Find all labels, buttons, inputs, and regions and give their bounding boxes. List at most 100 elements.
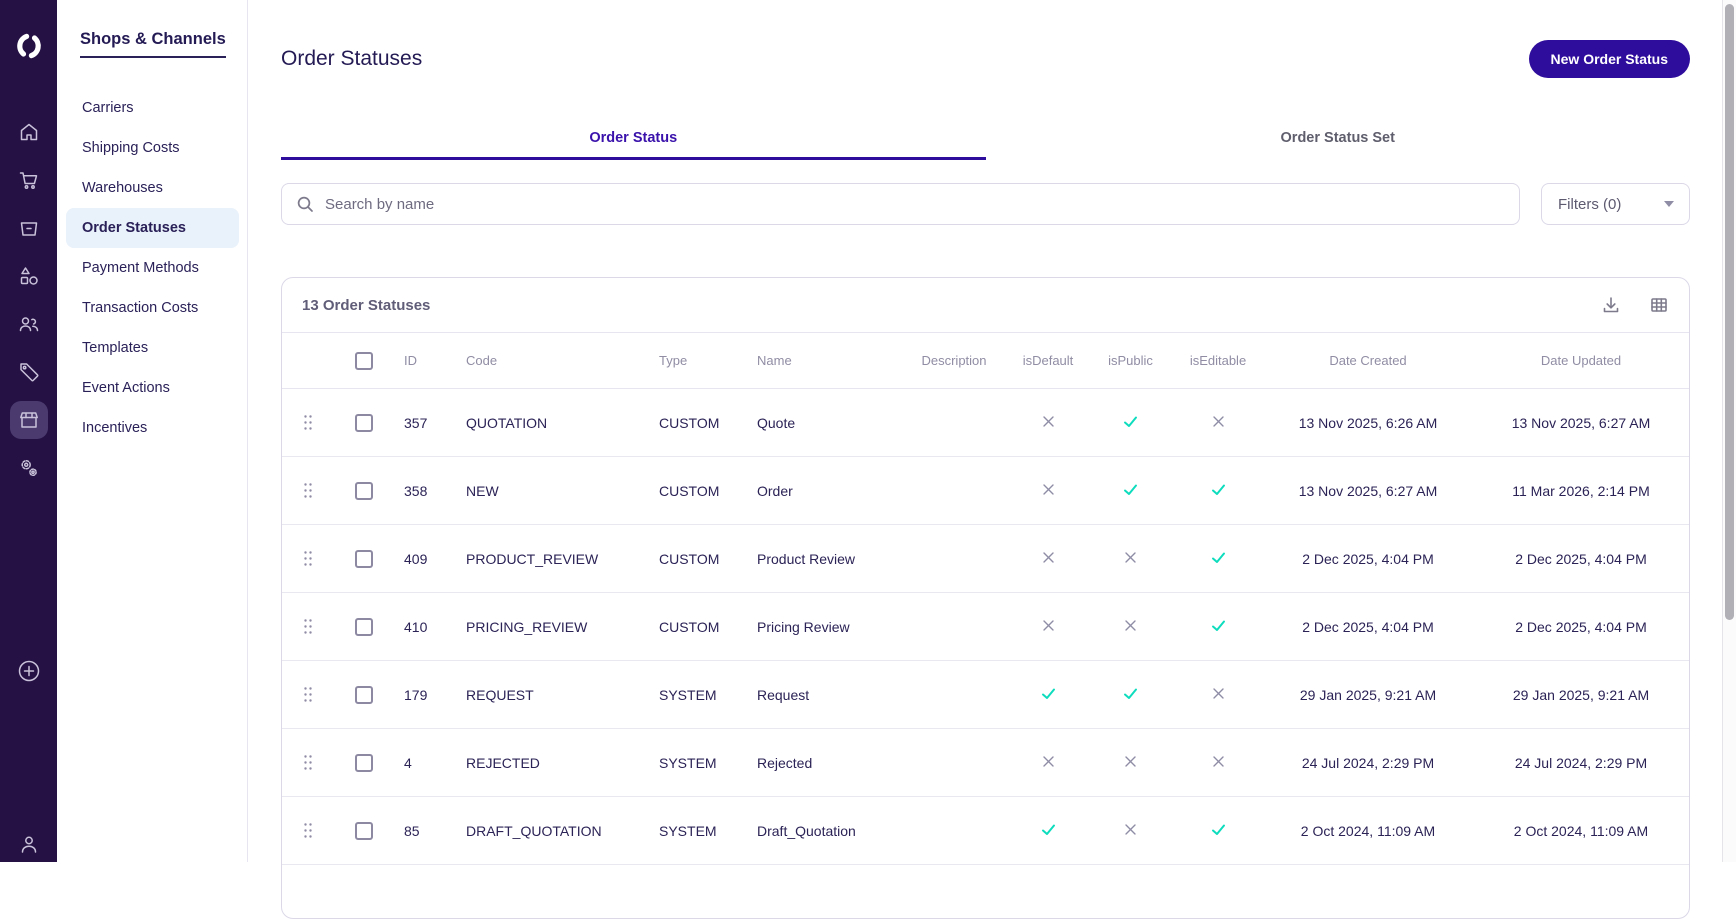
add-plus-icon[interactable] [17, 659, 41, 683]
cell-date-updated: 2 Dec 2025, 4:04 PM [1515, 618, 1647, 635]
subnav-item[interactable]: Carriers [66, 88, 239, 128]
subnav-item-label: Event Actions [82, 380, 170, 396]
cell-ispublic [1088, 549, 1173, 569]
subnav-item[interactable]: Order Statuses [66, 208, 239, 248]
cell-code: REJECTED [466, 754, 540, 771]
row-checkbox[interactable] [355, 685, 373, 704]
search-box[interactable] [281, 183, 1520, 225]
table-row[interactable]: 409 PRODUCT_REVIEW CUSTOM Product Review… [282, 525, 1689, 593]
col-header-id: ID [404, 353, 417, 368]
row-checkbox[interactable] [355, 753, 373, 772]
cell-code: DRAFT_QUOTATION [466, 822, 602, 839]
cell-date-created: 13 Nov 2025, 6:27 AM [1298, 482, 1438, 499]
row-checkbox[interactable] [355, 481, 373, 500]
subnav-item-label: Incentives [82, 420, 148, 436]
store-icon[interactable] [9, 401, 48, 439]
cart-icon[interactable] [17, 168, 41, 192]
cell-name: Order [757, 482, 793, 499]
subnav-item-label: Transaction Costs [82, 300, 199, 316]
table-body: 357 QUOTATION CUSTOM Quote 13 Nov 2025, … [282, 389, 1689, 865]
drag-handle-icon[interactable] [282, 414, 334, 431]
cell-iseditable [1173, 549, 1263, 569]
row-checkbox[interactable] [355, 549, 373, 568]
table-row[interactable]: 410 PRICING_REVIEW CUSTOM Pricing Review… [282, 593, 1689, 661]
table-row[interactable]: 179 REQUEST SYSTEM Request 29 Jan 2025, … [282, 661, 1689, 729]
subnav-title: Shops & Channels [80, 30, 226, 58]
cell-date-updated: 13 Nov 2025, 6:27 AM [1511, 414, 1651, 431]
search-input[interactable] [323, 194, 1519, 214]
subnav-item[interactable]: Templates [66, 328, 239, 368]
cell-date-created: 2 Oct 2024, 11:09 AM [1300, 822, 1436, 839]
cell-iseditable [1173, 685, 1263, 705]
drag-handle-icon[interactable] [282, 822, 334, 839]
orders-box-icon[interactable] [17, 216, 41, 240]
cell-ispublic [1088, 617, 1173, 637]
tag-icon[interactable] [17, 360, 41, 384]
cell-type: CUSTOM [659, 482, 720, 499]
cell-ispublic [1088, 753, 1173, 773]
select-all-checkbox[interactable] [355, 351, 373, 370]
home-icon[interactable] [17, 120, 41, 144]
subnav-item[interactable]: Event Actions [66, 368, 239, 408]
col-header-code: Code [466, 353, 498, 368]
scrollbar-thumb[interactable] [1725, 4, 1734, 620]
tab-order-status-set[interactable]: Order Status Set [986, 115, 1691, 160]
account-person-icon[interactable] [17, 832, 41, 856]
grid-columns-icon[interactable] [1649, 295, 1669, 315]
cell-iseditable [1173, 617, 1263, 637]
settings-gears-icon[interactable] [17, 456, 41, 480]
col-header-ispublic: isPublic [1108, 353, 1153, 368]
cell-date-created: 2 Dec 2025, 4:04 PM [1302, 550, 1434, 567]
drag-handle-icon[interactable] [282, 618, 334, 635]
drag-handle-icon[interactable] [282, 754, 334, 771]
icon-rail [0, 0, 57, 862]
col-header-name: Name [757, 353, 792, 368]
cell-ispublic [1088, 413, 1173, 433]
subnav-item[interactable]: Warehouses [66, 168, 239, 208]
page-title: Order Statuses [281, 47, 423, 70]
cell-id: 357 [404, 414, 428, 431]
download-icon[interactable] [1601, 295, 1621, 315]
cell-type: SYSTEM [659, 686, 717, 703]
customers-people-icon[interactable] [17, 312, 41, 336]
cell-code: NEW [466, 482, 499, 499]
table-row[interactable]: 357 QUOTATION CUSTOM Quote 13 Nov 2025, … [282, 389, 1689, 457]
cell-type: SYSTEM [659, 822, 717, 839]
cell-id: 409 [404, 550, 428, 567]
subnav-item[interactable]: Incentives [66, 408, 239, 448]
table-row[interactable]: 4 REJECTED SYSTEM Rejected 24 Jul 2024, … [282, 729, 1689, 797]
row-checkbox[interactable] [355, 617, 373, 636]
cell-ispublic [1088, 481, 1173, 501]
cell-isdefault [1008, 821, 1088, 841]
subnav-item[interactable]: Payment Methods [66, 248, 239, 288]
cell-type: CUSTOM [659, 414, 720, 431]
cell-ispublic [1088, 821, 1173, 841]
new-order-status-button[interactable]: New Order Status [1528, 40, 1690, 78]
app-logo-icon[interactable] [9, 26, 49, 66]
drag-handle-icon[interactable] [282, 550, 334, 567]
cell-date-created: 2 Dec 2025, 4:04 PM [1302, 618, 1434, 635]
col-header-description: Description [921, 353, 987, 368]
drag-handle-icon[interactable] [282, 482, 334, 499]
cell-code: PRODUCT_REVIEW [466, 550, 599, 567]
subnav-item[interactable]: Transaction Costs [66, 288, 239, 328]
row-checkbox[interactable] [355, 413, 373, 432]
subnav-item[interactable]: Shipping Costs [66, 128, 239, 168]
table-row[interactable]: 358 NEW CUSTOM Order 13 Nov 2025, 6:27 A… [282, 457, 1689, 525]
catalog-shapes-icon[interactable] [17, 264, 41, 288]
cell-date-updated: 2 Oct 2024, 11:09 AM [1513, 822, 1649, 839]
drag-handle-icon[interactable] [282, 686, 334, 703]
subnav-item-label: Payment Methods [82, 260, 199, 276]
table-row[interactable]: 85 DRAFT_QUOTATION SYSTEM Draft_Quotatio… [282, 797, 1689, 865]
subnav-item-label: Order Statuses [82, 220, 186, 236]
cell-name: Pricing Review [757, 618, 850, 635]
cell-isdefault [1008, 481, 1088, 501]
filters-dropdown[interactable]: Filters (0) [1541, 183, 1690, 225]
tab-order-status[interactable]: Order Status [281, 115, 986, 160]
filters-label: Filters (0) [1558, 195, 1622, 213]
cell-code: REQUEST [466, 686, 534, 703]
cell-code: PRICING_REVIEW [466, 618, 588, 635]
row-checkbox[interactable] [355, 821, 373, 840]
tabs: Order Status Order Status Set [281, 115, 1690, 160]
cell-date-created: 13 Nov 2025, 6:26 AM [1298, 414, 1438, 431]
